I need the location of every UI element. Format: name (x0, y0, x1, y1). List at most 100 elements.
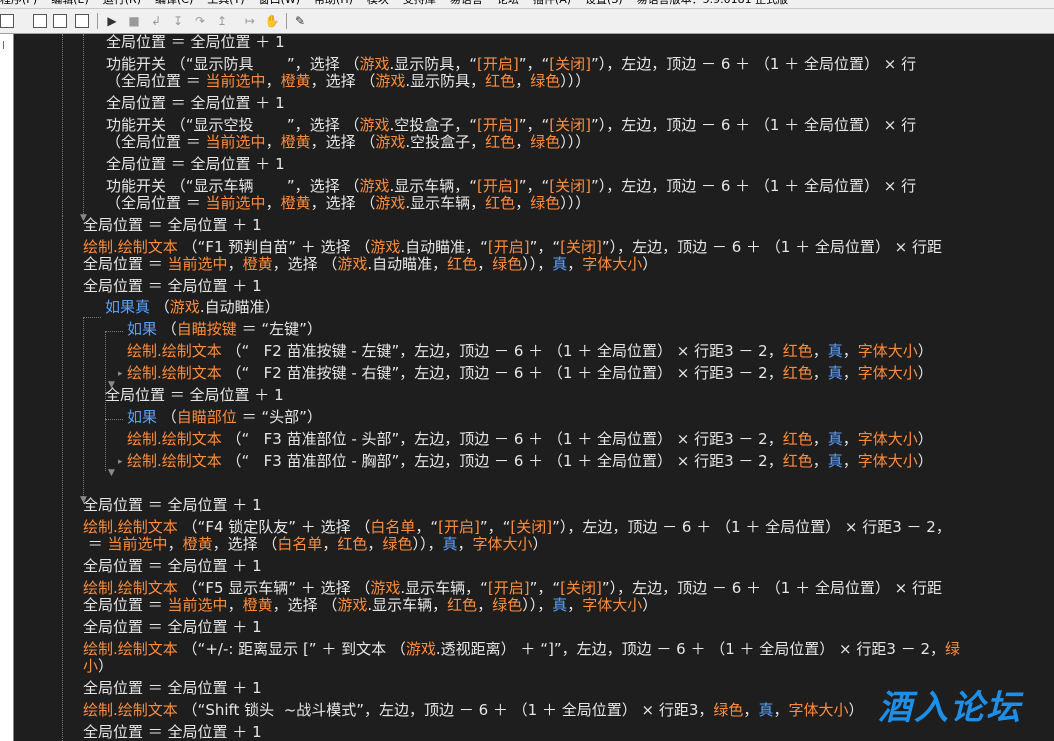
code-token: ”，“ (529, 579, 561, 597)
code-token: ，选择 （ (310, 133, 376, 151)
code-line[interactable]: 绘制.绘制文本 （“ F2 苗准按键 - 右键”，左边，顶边 － 6 ＋ （1 … (127, 365, 933, 382)
code-token: 橙黄 (182, 535, 213, 553)
menu-item[interactable]: 模块 (367, 0, 389, 5)
stop-icon[interactable]: ■ (126, 13, 142, 29)
code-line[interactable]: 全局位置 ＝ 全局位置 ＋ 1 (105, 387, 284, 404)
window-icon[interactable] (33, 14, 47, 28)
menu-item[interactable]: 插件(A) (533, 0, 571, 5)
code-line[interactable]: 全局位置 ＝ 全局位置 ＋ 1 (83, 497, 262, 514)
step-over-icon[interactable]: ↷ (192, 13, 208, 29)
code-token: ） (917, 342, 933, 360)
code-token: （“Shift 锁头 ~战斗模式”，左边，顶边 － 6 ＋ （1 ＋ 全局位置）… (177, 701, 714, 719)
code-token: 橙黄 (280, 72, 311, 90)
code-token: （“ F3 苗准部位 - 胸部”，左边，顶边 － 6 ＋ （1 ＋ 全局位置） … (221, 452, 783, 470)
code-line[interactable]: 绘制.绘制文本 （“ F3 苗准部位 - 胸部”，左边，顶边 － 6 ＋ （1 … (127, 453, 933, 470)
code-line[interactable]: 绘制.绘制文本 （“F5 显示车辆” ＋ 选择 （游戏.显示车辆，“[开启]”，… (83, 580, 942, 597)
step-out-icon[interactable]: ↥ (214, 13, 230, 29)
code-token: 字体大小 (857, 430, 918, 448)
run-to-cursor-icon[interactable]: ↦ (242, 13, 258, 29)
menu-item[interactable]: 窗口(W) (259, 0, 300, 5)
code-line[interactable]: 如果 （自瞄部位 ＝ “头部”） (127, 409, 322, 426)
code-line[interactable]: 绘制.绘制文本 （“F4 锁定队友” ＋ 选择 （白名单，“[开启]”，“[关闭… (83, 519, 951, 536)
code-token: 白名单 (277, 535, 323, 553)
code-line[interactable]: 绘制.绘制文本 （“Shift 锁头 ~战斗模式”，左边，顶边 － 6 ＋ （1… (83, 702, 864, 719)
code-line[interactable]: 功能开关 （“显示车辆 ”，选择 （游戏.显示车辆，“[开启]”，“[关闭]”）… (106, 178, 916, 195)
menu-item[interactable]: 编译(C) (155, 0, 193, 5)
code-token: ”），左边，顶边 － 6 ＋ （1 ＋ 全局位置） × 行距3 － 2， (552, 518, 951, 536)
menu-item[interactable]: 论坛 (497, 0, 519, 5)
code-editor[interactable]: ▼ ▼ ▸ ▼ ▸ ▼ 全局位置 ＝ 全局位置 ＋ 1 功能开关 （“显示防具 ”… (14, 34, 1054, 741)
code-token: ） (848, 701, 864, 719)
code-token: ”，“ (518, 116, 550, 134)
code-line[interactable]: 绘制.绘制文本 （“ F3 苗准部位 - 头部”，左边，顶边 － 6 ＋ （1 … (127, 431, 933, 448)
code-token: 全局位置 ＝ 全局位置 ＋ 1 (106, 94, 285, 112)
code-line[interactable]: 小） (83, 658, 113, 675)
code-token: 橙黄 (242, 255, 273, 273)
code-token: ， (842, 342, 858, 360)
menu-item[interactable]: 易语言 (450, 0, 483, 5)
layout2-icon[interactable] (75, 14, 89, 28)
code-line[interactable]: 全局位置 ＝ 全局位置 ＋ 1 (83, 278, 262, 295)
code-line[interactable]: （全局位置 ＝ 当前选中，橙黄，选择 （游戏.空投盒子，红色，绿色））） (106, 134, 590, 151)
code-token: ， (773, 701, 789, 719)
menu-item[interactable]: 设置(S) (585, 0, 623, 5)
code-line[interactable]: 全局位置 ＝ 全局位置 ＋ 1 (83, 558, 262, 575)
code-line[interactable]: 如果 （自瞄按键 ＝ “左键”） (127, 321, 322, 338)
code-line[interactable]: （全局位置 ＝ 当前选中，橙黄，选择 （游戏.显示车辆，红色，绿色））） (106, 195, 590, 212)
branch-guide (83, 317, 101, 318)
code-token: 游戏 (359, 177, 390, 195)
menu-item[interactable]: 支持库 (403, 0, 436, 5)
code-line[interactable]: 全局位置 ＝ 全局位置 ＋ 1 (83, 619, 262, 636)
code-line[interactable]: 全局位置 ＝ 全局位置 ＋ 1 (106, 95, 285, 112)
code-token: 红色 (447, 255, 478, 273)
code-line[interactable]: 全局位置 ＝ 当前选中，橙黄，选择 （游戏.显示车辆，红色，绿色）），真，字体大… (83, 597, 657, 614)
code-line[interactable]: 绘制.绘制文本 （“+/-: 距离显示 [” ＋ 到文本 （游戏.透视距离） ＋… (83, 641, 960, 658)
code-token: 绘制.绘制文本 (127, 430, 222, 448)
code-token: ，选择 （ (212, 535, 278, 553)
code-token: 当前选中 (167, 255, 228, 273)
code-token: 橙黄 (280, 133, 311, 151)
code-line[interactable]: 功能开关 （“显示防具 ”，选择 （游戏.显示防具，“[开启]”，“[关闭]”）… (106, 56, 916, 73)
step-into-icon[interactable]: ↧ (170, 13, 186, 29)
menu-item[interactable]: 程序(P) (0, 0, 37, 5)
code-token: 绿色 (492, 255, 523, 273)
code-token: ） (917, 364, 933, 382)
code-line[interactable]: ＝ 当前选中，橙黄，选择 （白名单，红色，绿色）），真，字体大小） (83, 536, 548, 553)
code-line[interactable]: 全局位置 ＝ 全局位置 ＋ 1 (83, 217, 262, 234)
debug-icon[interactable]: ✎ (292, 13, 308, 29)
code-line[interactable]: 绘制.绘制文本 （“F1 预判自苗” ＋ 选择 （游戏.自动瞄准，“[开启]”，… (83, 239, 942, 256)
code-token: 如果 (127, 408, 158, 426)
code-token: （全局位置 ＝ (106, 194, 206, 212)
code-token: ，“ (415, 518, 439, 536)
code-line[interactable]: 全局位置 ＝ 全局位置 ＋ 1 (106, 34, 285, 51)
code-token: [开启] (477, 116, 519, 134)
menu-item[interactable]: 工具(T) (207, 0, 244, 5)
left-edge-icon[interactable] (0, 14, 14, 28)
code-line[interactable]: 功能开关 （“显示空投 ”，选择 （游戏.空投盒子，“[开启]”，“[关闭]”）… (106, 117, 916, 134)
code-line[interactable]: 全局位置 ＝ 当前选中，橙黄，选择 （游戏.自动瞄准，红色，绿色）），真，字体大… (83, 256, 657, 273)
code-token: 绘制.绘制文本 (127, 364, 222, 382)
code-token: ， (265, 194, 281, 212)
menu-item[interactable]: 编辑(E) (51, 0, 89, 5)
code-token: 红色 (485, 194, 516, 212)
menu-item[interactable]: 帮助(H) (314, 0, 353, 5)
code-token: 真 (827, 452, 843, 470)
code-line[interactable]: 全局位置 ＝ 全局位置 ＋ 1 (106, 156, 285, 173)
code-token: 游戏 (370, 579, 401, 597)
code-token: 绿色 (530, 72, 561, 90)
code-line[interactable]: 全局位置 ＝ 全局位置 ＋ 1 (83, 680, 262, 697)
code-token: [关闭] (549, 55, 592, 73)
code-token: （“ F2 苗准按键 - 右键”，左边，顶边 － 6 ＋ （1 ＋ 全局位置） … (221, 364, 783, 382)
code-line[interactable]: 绘制.绘制文本 （“ F2 苗准按键 - 左键”，左边，顶边 － 6 ＋ （1 … (127, 343, 933, 360)
code-line[interactable]: （全局位置 ＝ 当前选中，橙黄，选择 （游戏.显示防具，红色，绿色））） (106, 73, 590, 90)
run-icon[interactable]: ▶ (104, 13, 120, 29)
layout-icon[interactable] (53, 14, 67, 28)
code-token: 红色 (782, 342, 813, 360)
code-token: ， (227, 596, 243, 614)
code-token: 全局位置 ＝ 全局位置 ＋ 1 (106, 34, 285, 51)
code-line[interactable]: 全局位置 ＝ 全局位置 ＋ 1 (83, 724, 262, 741)
code-line[interactable]: 如果真 （游戏.自动瞄准） (105, 299, 280, 316)
hand-icon[interactable]: ✋ (264, 13, 280, 29)
step-icon[interactable]: ↲ (148, 13, 164, 29)
menu-item[interactable]: 运行(R) (103, 0, 141, 5)
